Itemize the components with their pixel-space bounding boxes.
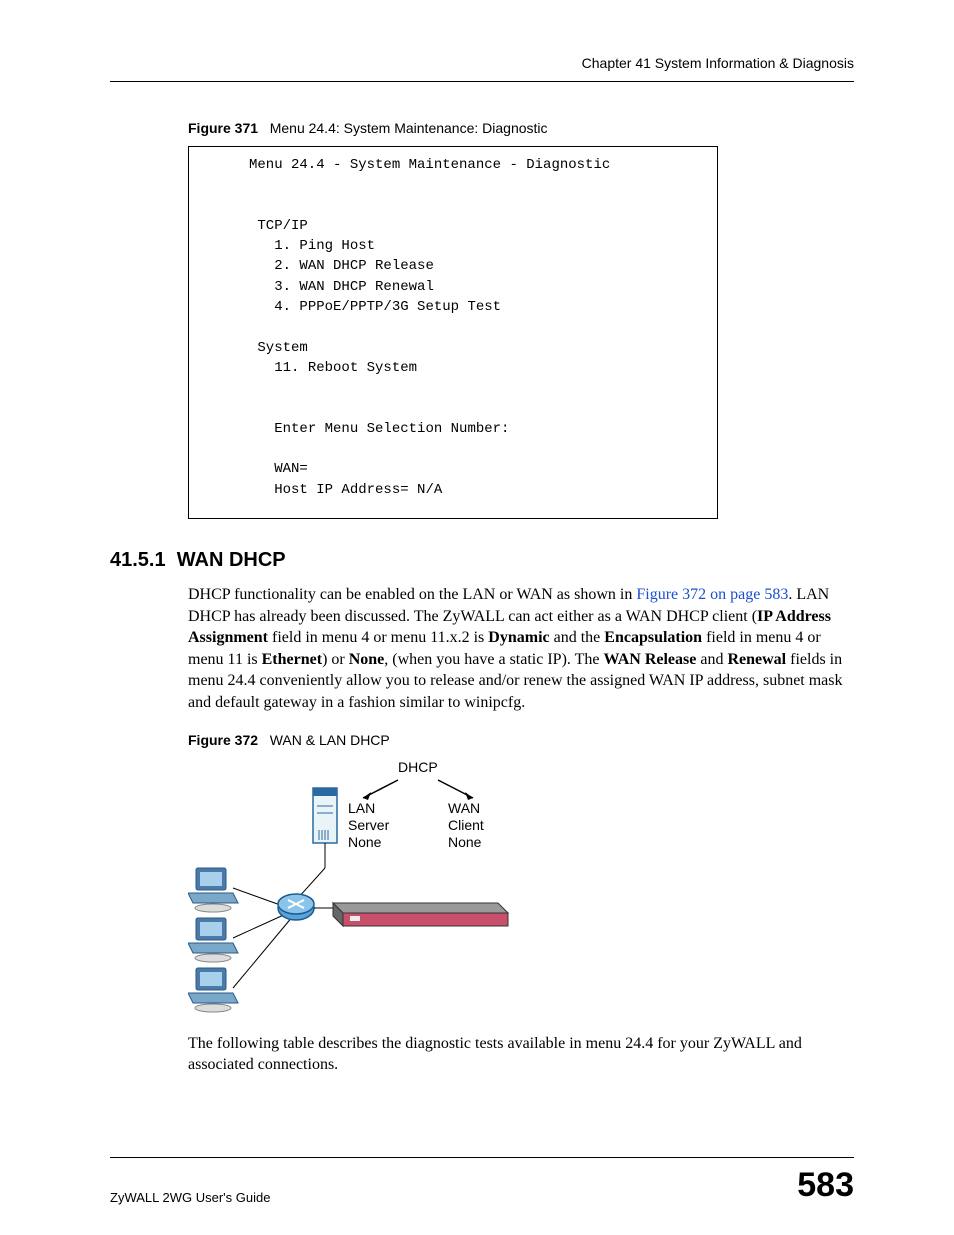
figure-371-label: Figure 371 xyxy=(188,120,258,136)
terminal-item-4: 4. PPPoE/PPTP/3G Setup Test xyxy=(274,299,501,315)
footer-page-number: 583 xyxy=(797,1166,854,1205)
p1-t3: field in menu 4 or menu 11.x.2 is xyxy=(268,629,488,646)
page-header: Chapter 41 System Information & Diagnosi… xyxy=(110,55,854,82)
lan-label-1: LAN xyxy=(348,800,375,816)
pc-icon-1 xyxy=(188,868,238,912)
p1-b2: Dynamic xyxy=(488,629,549,646)
p1-t1: DHCP functionality can be enabled on the… xyxy=(188,586,636,603)
wan-label-2: Client xyxy=(448,817,484,833)
dhcp-label: DHCP xyxy=(398,759,438,775)
wan-label-3: None xyxy=(448,834,482,850)
terminal-item-1: 1. Ping Host xyxy=(274,238,375,254)
switch-icon xyxy=(278,894,314,920)
pc-icon-2 xyxy=(188,918,238,962)
terminal-section-tcpip: TCP/IP xyxy=(257,218,307,234)
terminal-item-2: 2. WAN DHCP Release xyxy=(274,258,434,274)
paragraph-1: DHCP functionality can be enabled on the… xyxy=(188,584,854,714)
p1-b7: Renewal xyxy=(727,651,786,668)
terminal-host-field: Host IP Address= N/A xyxy=(274,482,442,498)
p1-b3: Encapsulation xyxy=(604,629,702,646)
terminal-item-3: 3. WAN DHCP Renewal xyxy=(274,279,434,295)
section-number: 41.5.1 xyxy=(110,549,166,571)
terminal-wan-field: WAN= xyxy=(274,461,308,477)
figure-372-text: WAN & LAN DHCP xyxy=(270,732,390,748)
section-title: WAN DHCP xyxy=(177,549,286,571)
figure-372-caption: Figure 372 WAN & LAN DHCP xyxy=(188,732,854,748)
terminal-item-11: 11. Reboot System xyxy=(274,360,417,376)
p1-t6: ) or xyxy=(322,651,349,668)
footer-guide-name: ZyWALL 2WG User's Guide xyxy=(110,1190,270,1205)
p1-b6: WAN Release xyxy=(603,651,696,668)
lan-label-3: None xyxy=(348,834,382,850)
figure-372-link[interactable]: Figure 372 on page 583 xyxy=(636,586,788,603)
figure-371-caption: Figure 371 Menu 24.4: System Maintenance… xyxy=(188,120,854,136)
p1-b5: None xyxy=(349,651,385,668)
p1-t8: and xyxy=(696,651,727,668)
section-heading: 41.5.1 WAN DHCP xyxy=(110,549,854,572)
server-icon xyxy=(313,788,337,843)
lan-label-2: Server xyxy=(348,817,390,833)
terminal-menu-box: Menu 24.4 - System Maintenance - Diagnos… xyxy=(188,146,718,519)
terminal-title: Menu 24.4 - System Maintenance - Diagnos… xyxy=(249,157,610,173)
terminal-prompt: Enter Menu Selection Number: xyxy=(274,421,509,437)
page-footer: ZyWALL 2WG User's Guide 583 xyxy=(110,1157,854,1205)
terminal-section-system: System xyxy=(257,340,307,356)
paragraph-2: The following table describes the diagno… xyxy=(188,1033,854,1076)
pc-icon-3 xyxy=(188,968,238,1012)
p1-t7: , (when you have a static IP). The xyxy=(384,651,603,668)
network-diagram: DHCP LAN Server None WAN Client None xyxy=(188,758,854,1023)
modem-icon xyxy=(333,903,508,926)
figure-372-label: Figure 372 xyxy=(188,732,258,748)
p1-b4: Ethernet xyxy=(262,651,322,668)
p1-t4: and the xyxy=(550,629,605,646)
wan-label-1: WAN xyxy=(448,800,480,816)
figure-371-text: Menu 24.4: System Maintenance: Diagnosti… xyxy=(270,120,548,136)
